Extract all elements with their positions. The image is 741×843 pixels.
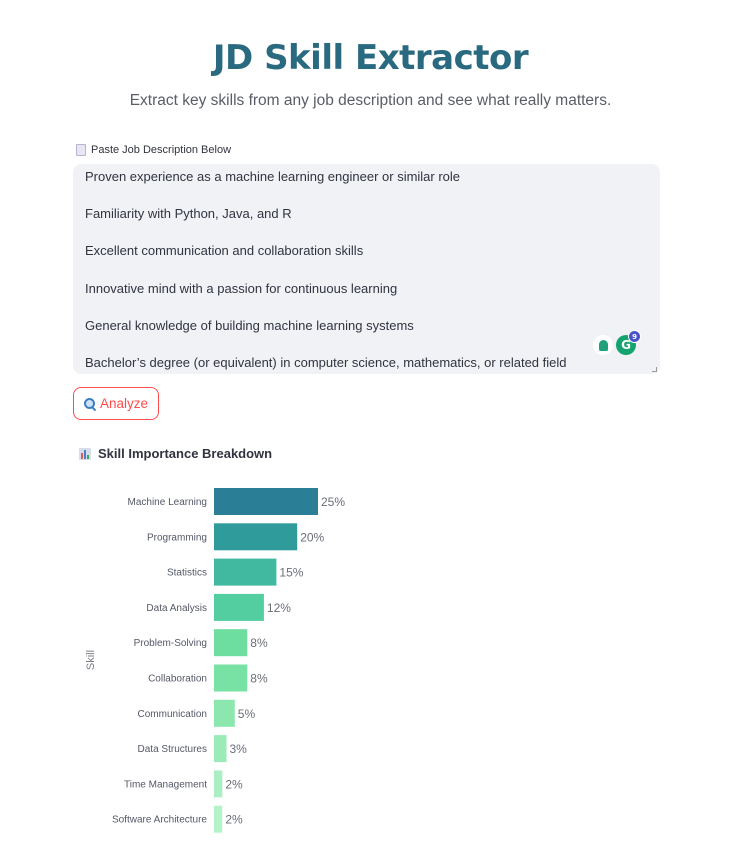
category-tick-label: Statistics (167, 568, 207, 579)
bar (214, 593, 264, 621)
textarea-line: General knowledge of building machine le… (85, 318, 414, 333)
bar-value-label: 12% (267, 601, 291, 615)
document-icon (76, 144, 86, 156)
bar-value-label: 2% (225, 813, 243, 827)
textarea-line: Excellent communication and collaboratio… (85, 243, 364, 258)
textarea-label-text: Paste Job Description Below (91, 144, 232, 156)
bar-value-label: 8% (250, 636, 268, 650)
bar-chart-icon (79, 447, 91, 460)
bar (214, 664, 248, 692)
textarea-label: Paste Job Description Below (76, 144, 231, 156)
category-tick-label: Software Architecture (112, 815, 207, 826)
category-tick-label: Programming (147, 532, 207, 543)
grammarly-icon[interactable]: G 9 (616, 330, 641, 355)
resize-handle[interactable] (652, 367, 657, 372)
textarea-line: Familiarity with Python, Java, and R (85, 206, 292, 221)
bar-value-label: 8% (250, 672, 268, 686)
bar (214, 558, 277, 586)
category-tick-label: Machine Learning (128, 497, 208, 508)
category-tick-label: Data Structures (138, 744, 207, 755)
page-title: JD Skill Extractor (212, 38, 529, 78)
textarea-line: Bachelor’s degree (or equivalent) in com… (85, 355, 567, 370)
bar-value-label: 5% (238, 707, 256, 721)
bar (214, 770, 223, 798)
bar-value-label: 3% (229, 742, 247, 756)
page-subtitle: Extract key skills from any job descript… (129, 92, 612, 109)
bar (214, 629, 248, 657)
bar (214, 805, 223, 833)
category-tick-label: Time Management (124, 779, 207, 790)
textarea-line: Proven experience as a machine learning … (85, 169, 461, 184)
category-tick-label: Communication (138, 709, 207, 720)
category-tick-label: Collaboration (148, 674, 207, 685)
skill-bar-chart: Machine Learning 25% Programming 20% Statist… (85, 488, 345, 833)
y-axis-label: Skill (85, 650, 97, 670)
bar (214, 735, 227, 763)
category-tick-label: Data Analysis (146, 603, 207, 614)
bar (214, 488, 318, 515)
job-description-textarea[interactable]: Proven experience as a machine learning … (73, 164, 660, 374)
section-heading: Skill Importance Breakdown (79, 446, 272, 461)
analyze-button[interactable]: Analyze (73, 387, 159, 420)
bar-value-label: 20% (300, 530, 324, 544)
textarea-line: Innovative mind with a passion for conti… (85, 281, 398, 296)
extension-icons: G 9 (593, 330, 641, 355)
category-tick-label: Problem-Solving (134, 638, 207, 649)
section-title: Skill Importance Breakdown (98, 446, 273, 461)
bar-value-label: 15% (279, 566, 303, 580)
bar (214, 523, 298, 551)
bar-value-label: 25% (321, 495, 345, 509)
grammarly-badge: 9 (628, 330, 641, 343)
bar (214, 699, 235, 727)
analyze-button-label: Analyze (99, 396, 149, 411)
lightbulb-icon[interactable] (593, 335, 613, 355)
magnifier-icon (83, 398, 97, 412)
bar-value-label: 2% (225, 777, 243, 791)
